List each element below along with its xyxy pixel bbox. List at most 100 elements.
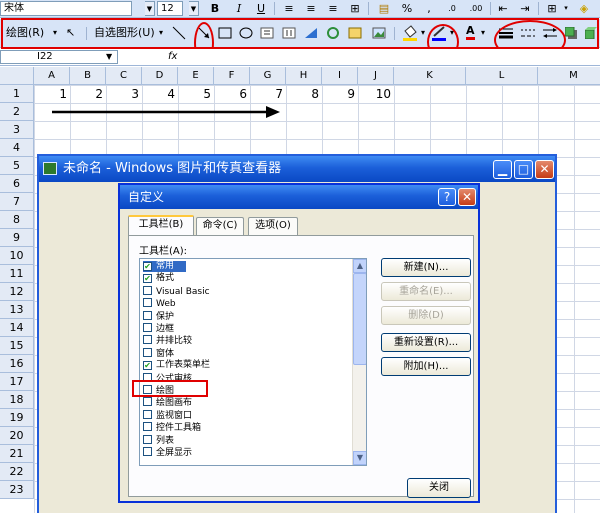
checkbox-icon[interactable] <box>143 310 152 320</box>
name-box-dropdown-icon[interactable]: ▼ <box>106 50 112 64</box>
attach-toolbar-button[interactable]: 附加(H)... <box>381 357 471 376</box>
tab-options[interactable]: 选项(O) <box>248 217 298 235</box>
close-dialog-button[interactable]: ✕ <box>458 188 476 206</box>
checkbox-icon[interactable] <box>143 285 152 295</box>
row-header[interactable]: 19 <box>0 409 34 427</box>
function-icon[interactable]: fx <box>168 50 177 64</box>
scroll-up-icon[interactable]: ▲ <box>353 259 366 273</box>
percent-button[interactable]: % <box>400 1 414 16</box>
comma-button[interactable]: , <box>424 1 434 16</box>
viewer-title-bar[interactable]: 未命名 - Windows 图片和传真查看器 <box>39 156 555 182</box>
toolbar-list-item[interactable]: 边框 <box>143 323 174 334</box>
cell-value[interactable]: 9 <box>322 86 358 102</box>
underline-button[interactable]: U <box>254 1 268 16</box>
checkbox-icon[interactable] <box>143 298 152 308</box>
column-header[interactable]: M <box>538 67 600 85</box>
toolbar-list-item[interactable]: 保护 <box>143 310 174 322</box>
column-header[interactable]: B <box>70 67 106 85</box>
checkbox-icon[interactable] <box>143 323 152 332</box>
row-header[interactable]: 21 <box>0 445 34 463</box>
increase-indent-icon[interactable]: ⇥ <box>518 1 532 16</box>
checked-checkbox-icon[interactable]: ✔ <box>143 361 152 371</box>
checkbox-icon[interactable] <box>143 434 152 444</box>
row-header[interactable]: 23 <box>0 481 34 499</box>
borders-icon[interactable]: ⊞ <box>545 1 559 16</box>
row-header[interactable]: 3 <box>0 121 34 139</box>
decrease-decimal-icon[interactable]: .00 <box>468 1 484 16</box>
row-header[interactable]: 14 <box>0 319 34 337</box>
italic-button[interactable]: I <box>232 1 246 16</box>
column-header[interactable]: H <box>286 67 322 85</box>
tab-toolbars[interactable]: 工具栏(B) <box>128 215 194 236</box>
cell-value[interactable]: 3 <box>106 86 142 102</box>
maximize-button[interactable]: □ <box>514 160 533 179</box>
cell-value[interactable]: 10 <box>358 86 394 102</box>
row-header[interactable]: 17 <box>0 373 34 391</box>
toolbar-list-item[interactable]: Visual Basic <box>143 285 210 297</box>
row-header[interactable]: 12 <box>0 283 34 301</box>
font-size-dropdown-icon[interactable]: ▼ <box>189 1 199 16</box>
row-header[interactable]: 13 <box>0 301 34 319</box>
checked-checkbox-icon[interactable]: ✔ <box>143 262 152 271</box>
minimize-button[interactable]: ▁ <box>493 160 512 179</box>
font-name-dropdown-icon[interactable]: ▼ <box>145 1 155 16</box>
merge-center-icon[interactable]: ⊞ <box>348 1 362 16</box>
drawn-arrow-shape[interactable] <box>50 105 282 119</box>
new-toolbar-button[interactable]: 新建(N)... <box>381 258 471 277</box>
row-header[interactable]: 8 <box>0 211 34 229</box>
toolbar-list-item[interactable]: 全屏显示 <box>143 447 192 458</box>
row-header[interactable]: 15 <box>0 337 34 355</box>
toolbar-list-item[interactable]: 监视窗口 <box>143 409 192 421</box>
tab-commands[interactable]: 命令(C) <box>196 217 244 235</box>
column-header[interactable]: L <box>466 67 538 85</box>
row-header[interactable]: 22 <box>0 463 34 481</box>
scroll-down-icon[interactable]: ▼ <box>353 451 366 465</box>
font-size-box[interactable]: 12 <box>157 1 183 16</box>
dialog-title-bar[interactable]: 自定义 <box>120 185 478 209</box>
row-header[interactable]: 7 <box>0 193 34 211</box>
column-header[interactable]: F <box>214 67 250 85</box>
checkbox-icon[interactable] <box>143 447 152 456</box>
toolbar-list-item[interactable]: 列表 <box>143 434 174 446</box>
row-header[interactable]: 11 <box>0 265 34 283</box>
row-header[interactable]: 4 <box>0 139 34 157</box>
checkbox-icon[interactable] <box>143 397 152 407</box>
cell-value[interactable]: 8 <box>286 86 322 102</box>
toolbar-list-item[interactable]: 并排比较 <box>143 335 192 346</box>
toolbar-list-item[interactable]: 绘图画布 <box>143 397 192 408</box>
toolbar-list-item[interactable]: 控件工具箱 <box>143 422 201 433</box>
checkbox-icon[interactable] <box>143 409 152 419</box>
row-header[interactable]: 16 <box>0 355 34 373</box>
toolbars-list[interactable]: ✔ 常用 ✔ 格式 Visual Basic Web 保护 边框 并排比较 窗体 ✔ 工作表菜单栏 公式… <box>139 258 367 466</box>
row-header[interactable]: 20 <box>0 427 34 445</box>
cell-value[interactable]: 6 <box>214 86 250 102</box>
cell-value[interactable]: 7 <box>250 86 286 102</box>
dialog-close-button[interactable]: 关闭 <box>407 478 471 498</box>
checkbox-icon[interactable] <box>143 422 152 432</box>
row-header[interactable]: 9 <box>0 229 34 247</box>
reset-toolbar-button[interactable]: 重新设置(R)... <box>381 333 471 352</box>
column-header[interactable]: J <box>358 67 394 85</box>
font-name-box[interactable]: 宋体 <box>0 1 132 16</box>
toolbar-list-item[interactable]: 窗体 <box>143 347 174 359</box>
row-header[interactable]: 18 <box>0 391 34 409</box>
align-right-icon[interactable]: ≡ <box>326 1 340 16</box>
select-all-corner[interactable] <box>0 67 34 85</box>
toolbar-list-item[interactable]: ✔ 格式 <box>143 273 174 284</box>
row-header[interactable]: 5 <box>0 157 34 175</box>
column-header[interactable]: D <box>142 67 178 85</box>
toolbar-list-item[interactable]: ✔ 工作表菜单栏 <box>143 360 210 371</box>
column-header[interactable]: E <box>178 67 214 85</box>
bold-button[interactable]: B <box>208 1 222 16</box>
row-header[interactable]: 1 <box>0 85 34 103</box>
list-scrollbar[interactable]: ▲ ▼ <box>352 259 366 465</box>
align-center-icon[interactable]: ≡ <box>304 1 318 16</box>
cell-value[interactable]: 4 <box>142 86 178 102</box>
increase-decimal-icon[interactable]: .0 <box>444 1 460 16</box>
close-window-button[interactable]: ✕ <box>535 160 554 179</box>
column-header[interactable]: G <box>250 67 286 85</box>
checkbox-icon[interactable] <box>143 347 152 357</box>
cell-value[interactable]: 2 <box>70 86 106 102</box>
scroll-thumb[interactable] <box>353 273 366 365</box>
column-header[interactable]: A <box>34 67 70 85</box>
